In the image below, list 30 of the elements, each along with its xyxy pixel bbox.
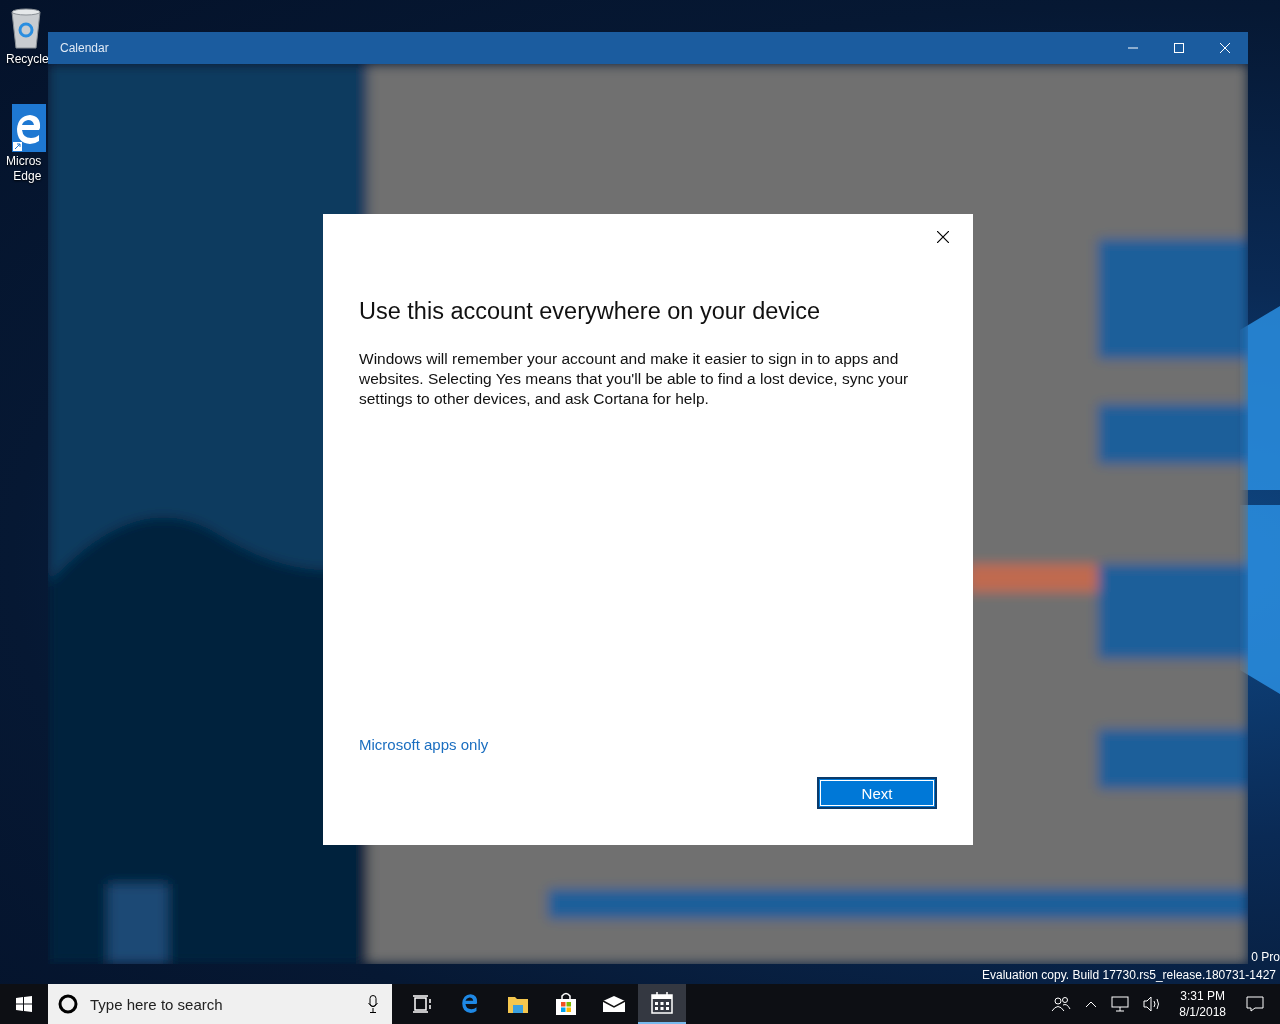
close-icon — [937, 231, 949, 243]
task-view-icon — [412, 995, 432, 1013]
calendar-icon — [651, 992, 673, 1014]
dialog-title: Use this account everywhere on your device — [359, 298, 822, 325]
windows-logo-icon — [16, 996, 32, 1012]
microsoft-apps-only-link[interactable]: Microsoft apps only — [359, 736, 489, 753]
dialog-message: Windows will remember your account and make it easier to sign in to apps and websites. Selecting Yes means that you'll be able to find a lost device, sync your settings to other devices, and ask Cortana for help. — [359, 349, 910, 409]
network-icon[interactable] — [1111, 996, 1130, 1012]
speaker-icon[interactable] — [1143, 996, 1162, 1012]
desktop-icon-label[interactable]: Recycle — [6, 52, 49, 67]
close-icon — [1220, 43, 1230, 53]
maximize-icon — [1174, 43, 1184, 53]
edition-watermark-text: 0 Pro — [1251, 950, 1280, 964]
microphone-icon[interactable] — [368, 995, 378, 1013]
clock-button[interactable]: 3:31 PM 8/1/2018 — [1173, 988, 1232, 1020]
window-title: Calendar — [60, 41, 109, 55]
search-field[interactable]: Type here to search — [88, 994, 358, 1014]
desktop-icon-label[interactable]: Micros Edge — [6, 154, 42, 184]
build-watermark-text: Evaluation copy. Build 17730.rs5_release.180731-1427 — [982, 968, 1276, 982]
chevron-up-icon[interactable] — [1085, 1000, 1098, 1008]
next-button[interactable]: Next — [817, 777, 937, 809]
cortana-icon[interactable] — [58, 994, 78, 1014]
search-bar[interactable]: Type here to search — [48, 984, 392, 1024]
shopping-bag-icon — [555, 992, 577, 1016]
taskbar-app-button[interactable] — [638, 984, 686, 1024]
people-icon[interactable] — [1051, 996, 1072, 1012]
notification-icon[interactable] — [1246, 996, 1264, 1012]
envelope-icon — [602, 995, 626, 1013]
edge-browser-icon[interactable] — [12, 104, 46, 152]
folder-icon — [507, 994, 529, 1014]
